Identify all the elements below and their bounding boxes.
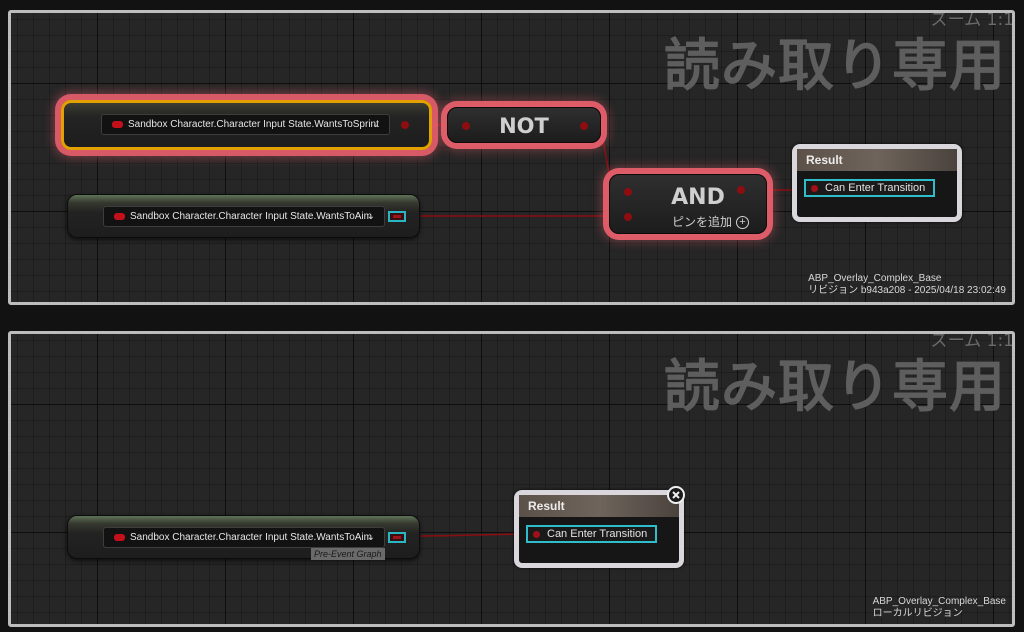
bool-pin-icon — [112, 121, 123, 128]
asset-info: ABP_Overlay_Complex_Base リビジョン b943a208 … — [808, 273, 1006, 297]
wires — [419, 533, 536, 537]
plus-circle-icon: + — [736, 216, 750, 230]
chevron-down-icon[interactable]: ⌄ — [372, 115, 380, 134]
not-node[interactable]: NOT — [447, 107, 601, 143]
add-pin-button[interactable]: ピンを追加 + — [672, 213, 750, 230]
bool-pin-icon — [811, 185, 818, 192]
bool-pin-icon — [114, 213, 125, 220]
can-enter-transition-pin[interactable]: Can Enter Transition — [804, 179, 935, 197]
revision-label: ローカルリビジョン — [872, 608, 963, 619]
can-enter-transition-pin[interactable]: Can Enter Transition — [526, 525, 657, 543]
result-node[interactable]: Result Can Enter Transition — [792, 144, 962, 222]
wants-to-sprint-label: Sandbox Character.Character Input State.… — [128, 119, 379, 130]
can-enter-transition-label: Can Enter Transition — [547, 528, 648, 540]
wants-to-sprint-selector[interactable]: Sandbox Character.Character Input State.… — [101, 114, 390, 135]
asset-name: ABP_Overlay_Complex_Base — [808, 273, 942, 284]
wants-to-aim-label: Sandbox Character.Character Input State.… — [130, 532, 372, 543]
add-pin-label: ピンを追加 — [672, 215, 733, 229]
aim-output-pin[interactable] — [388, 532, 406, 543]
result-node-title: Result — [797, 149, 957, 171]
chevron-down-icon[interactable]: ⌄ — [367, 528, 375, 547]
bool-pin-icon — [114, 534, 125, 541]
asset-name: ABP_Overlay_Complex_Base — [872, 596, 1006, 607]
revision-label: リビジョン b943a208 - 2025/04/18 23:02:49 — [808, 285, 1006, 296]
top-graph-panel[interactable]: ズーム 1:1 読み取り専用 Sandbox Character.Charact… — [8, 10, 1015, 305]
result-node-title: Result — [519, 495, 679, 517]
chevron-down-icon[interactable]: ⌄ — [367, 207, 375, 226]
not-output-pin[interactable] — [580, 122, 588, 130]
not-node-title: NOT — [499, 114, 549, 138]
aim-output-pin[interactable] — [388, 211, 406, 222]
wants-to-sprint-node[interactable]: Sandbox Character.Character Input State.… — [61, 100, 432, 150]
and-node[interactable]: AND ピンを追加 + — [609, 174, 767, 234]
pre-event-graph-tooltip: Pre-Event Graph — [311, 548, 385, 560]
wants-to-aim-label: Sandbox Character.Character Input State.… — [130, 211, 372, 222]
and-input-pin-b[interactable] — [624, 213, 632, 221]
sprint-output-pin[interactable] — [401, 121, 409, 129]
bool-pin-icon — [533, 531, 540, 538]
wants-to-aim-node[interactable]: Sandbox Character.Character Input State.… — [67, 194, 420, 238]
and-output-pin[interactable] — [737, 186, 745, 194]
wants-to-aim-selector[interactable]: Sandbox Character.Character Input State.… — [103, 206, 385, 227]
asset-info: ABP_Overlay_Complex_Base ローカルリビジョン — [873, 596, 1006, 620]
can-enter-transition-label: Can Enter Transition — [825, 182, 926, 194]
close-icon[interactable] — [667, 486, 685, 504]
result-node[interactable]: Result Can Enter Transition — [514, 490, 684, 568]
bottom-graph-panel[interactable]: ズーム 1:1 読み取り専用 Sandbox Character.Charact… — [8, 331, 1015, 627]
wants-to-aim-selector[interactable]: Sandbox Character.Character Input State.… — [103, 527, 385, 548]
